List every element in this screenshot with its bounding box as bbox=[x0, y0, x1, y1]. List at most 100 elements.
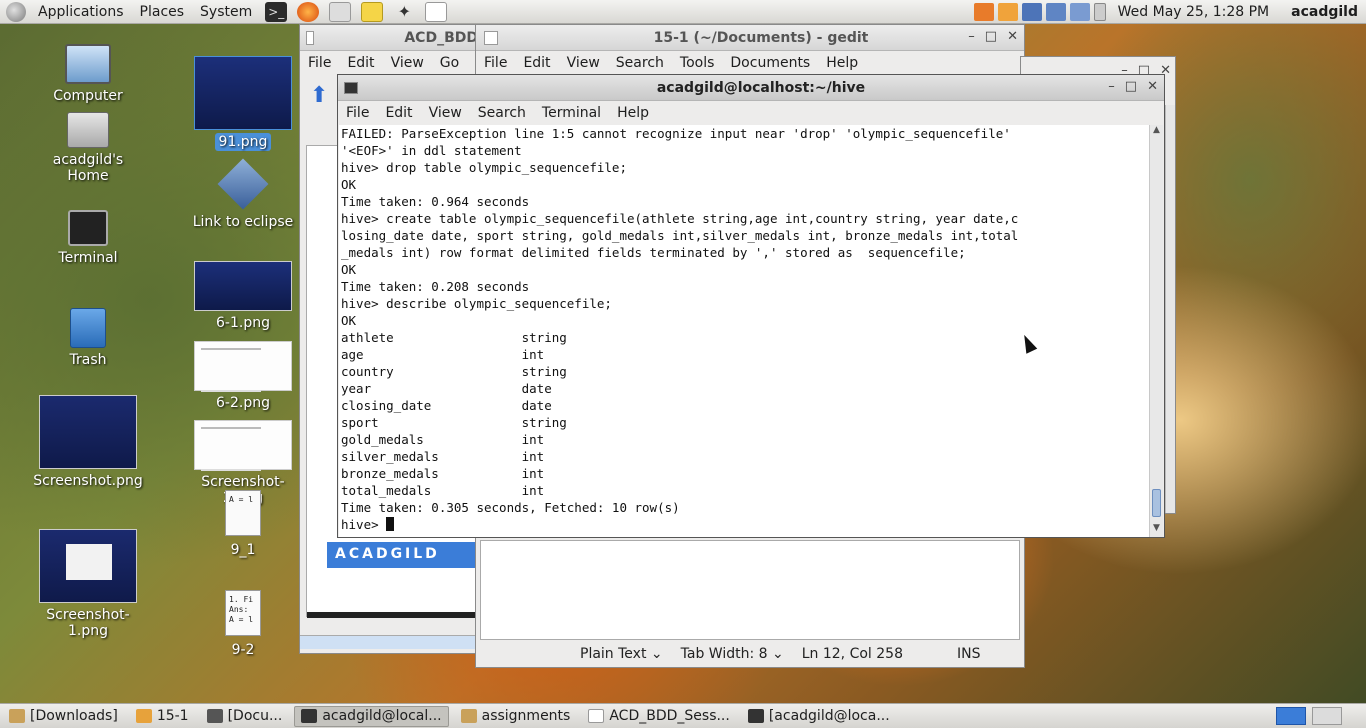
gedit-menu-search[interactable]: Search bbox=[608, 55, 672, 71]
desktop-icon-label: Computer bbox=[53, 88, 123, 104]
battery-icon[interactable] bbox=[1093, 3, 1106, 21]
image-thumbnail bbox=[39, 529, 137, 603]
acd-menubar: File Edit View Go He bbox=[300, 51, 494, 75]
maximize-icon[interactable]: □ bbox=[1125, 79, 1137, 94]
terminal-icon bbox=[747, 709, 764, 723]
maximize-icon[interactable]: □ bbox=[985, 29, 997, 44]
document-icon bbox=[306, 30, 315, 45]
terminal-menu-view[interactable]: View bbox=[421, 105, 470, 121]
terminal-cursor bbox=[386, 517, 395, 531]
text-file-icon: 1. Fi Ans: A = l bbox=[225, 590, 261, 636]
desktop-icon-terminal[interactable]: Terminal bbox=[33, 210, 143, 266]
user-menu[interactable]: acadgild bbox=[1291, 4, 1358, 20]
display-icon[interactable] bbox=[1069, 3, 1090, 21]
top-panel: Applications Places System >_ ✦ Wed May … bbox=[0, 0, 1366, 24]
desktop-icon-label: 6-2.png bbox=[216, 395, 270, 411]
acd-menu-view[interactable]: View bbox=[383, 55, 432, 71]
acd-menu-go[interactable]: Go bbox=[432, 55, 467, 71]
menu-system[interactable]: System bbox=[192, 4, 260, 20]
gedit-window-title: 15-1 (~/Documents) - gedit bbox=[653, 29, 869, 46]
desktop-icon-eclipse-link[interactable]: Link to eclipse bbox=[188, 154, 298, 230]
desktop-icon-9-2[interactable]: 1. Fi Ans: A = l 9-2 bbox=[188, 590, 298, 658]
alert-icon[interactable] bbox=[997, 3, 1018, 21]
eclipse-launcher-icon[interactable]: ✦ bbox=[393, 2, 415, 22]
workspace-switcher-2[interactable] bbox=[1312, 707, 1342, 725]
desktop-icon-trash[interactable]: Trash bbox=[33, 308, 143, 368]
task-15-1[interactable]: 15-1 bbox=[130, 706, 195, 727]
desktop-icon-label: 9-2 bbox=[231, 642, 255, 658]
terminal-menu-help[interactable]: Help bbox=[609, 105, 657, 121]
menu-places[interactable]: Places bbox=[132, 4, 193, 20]
task-terminal-2[interactable]: [acadgild@loca... bbox=[742, 706, 896, 727]
acd-menu-edit[interactable]: Edit bbox=[339, 55, 382, 71]
terminal-scrollbar[interactable]: ▲ ▼ bbox=[1149, 125, 1163, 537]
gedit-menu-edit[interactable]: Edit bbox=[515, 55, 558, 71]
desktop-icon-label: Screenshot.png bbox=[33, 473, 143, 489]
desktop-icon-screenshot-1[interactable]: Screenshot-1.png bbox=[33, 529, 143, 639]
workspace-icon[interactable] bbox=[1045, 3, 1066, 21]
desktop-icon-6-1[interactable]: 6-1.png bbox=[188, 261, 298, 331]
terminal-text: FAILED: ParseException line 1:5 cannot r… bbox=[341, 126, 1019, 532]
gedit-menu-documents[interactable]: Documents bbox=[722, 55, 818, 71]
menu-applications[interactable]: Applications bbox=[30, 4, 132, 20]
desktop-icon-label: 91.png bbox=[214, 133, 272, 151]
terminal-output[interactable]: FAILED: ParseException line 1:5 cannot r… bbox=[339, 125, 1149, 537]
desktop-icon-computer[interactable]: Computer bbox=[33, 44, 143, 104]
terminal-titlebar[interactable]: acadgild@localhost:~/hive – □ ✕ bbox=[338, 75, 1164, 101]
text-editor-launcher-icon[interactable] bbox=[425, 1, 448, 22]
syntax-selector[interactable]: Plain Text ⌄ bbox=[580, 646, 663, 662]
firefox-launcher-icon[interactable] bbox=[297, 1, 320, 22]
terminal-menu-search[interactable]: Search bbox=[470, 105, 534, 121]
mail-launcher-icon[interactable] bbox=[329, 1, 352, 22]
update-notifier-icon[interactable] bbox=[973, 3, 994, 21]
desktop-icon-screenshot[interactable]: Screenshot.png bbox=[33, 395, 143, 489]
gedit-menu-view[interactable]: View bbox=[559, 55, 608, 71]
acd-titlebar[interactable]: ACD_BDD bbox=[300, 25, 478, 51]
task-acd-bdd[interactable]: ACD_BDD_Sess... bbox=[582, 706, 736, 727]
gedit-menu-help[interactable]: Help bbox=[818, 55, 866, 71]
desktop-icon-9-1[interactable]: A = l 9_1 bbox=[188, 490, 298, 558]
background-window-scrollbar[interactable] bbox=[1165, 105, 1175, 513]
cursor-position: Ln 12, Col 258 bbox=[801, 646, 903, 662]
terminal-menu-edit[interactable]: Edit bbox=[377, 105, 420, 121]
scrollbar-thumb[interactable] bbox=[1152, 489, 1161, 517]
desktop-icon-label: acadgild's Home bbox=[52, 152, 124, 184]
desktop-icon-home[interactable]: acadgild's Home bbox=[33, 112, 143, 184]
gedit-menu-file[interactable]: File bbox=[476, 55, 515, 71]
text-editor-icon bbox=[135, 709, 152, 723]
close-icon[interactable]: ✕ bbox=[1007, 29, 1018, 44]
task-documents[interactable]: [Docu... bbox=[201, 706, 289, 727]
acd-window-title: ACD_BDD bbox=[404, 29, 478, 46]
network-icon[interactable] bbox=[1021, 3, 1042, 21]
acadgild-logo: ACADGILD bbox=[327, 542, 487, 568]
workspace-switcher-1[interactable] bbox=[1276, 707, 1306, 725]
terminal-menu-file[interactable]: File bbox=[338, 105, 377, 121]
gedit-statusbar: Plain Text ⌄ Tab Width: 8 ⌄ Ln 12, Col 2… bbox=[476, 641, 1024, 667]
desktop-icon-6-2[interactable]: 6-2.png bbox=[188, 341, 298, 411]
task-assignments[interactable]: assignments bbox=[455, 706, 577, 727]
minimize-icon[interactable]: – bbox=[968, 29, 975, 44]
up-arrow-icon[interactable]: ⬆ bbox=[310, 83, 328, 108]
acd-menu-file[interactable]: File bbox=[300, 55, 339, 71]
clock[interactable]: Wed May 25, 1:28 PM bbox=[1118, 4, 1270, 20]
desktop-icon-91[interactable]: 91.png bbox=[188, 56, 298, 151]
trash-icon bbox=[70, 308, 106, 348]
gedit-text-area[interactable] bbox=[480, 540, 1020, 640]
terminal-launcher-icon[interactable]: >_ bbox=[265, 1, 288, 22]
terminal-window[interactable]: acadgild@localhost:~/hive – □ ✕ File Edi… bbox=[337, 74, 1165, 538]
close-icon[interactable]: ✕ bbox=[1147, 79, 1158, 94]
minimize-icon[interactable]: – bbox=[1108, 79, 1115, 94]
desktop-icon-label: Trash bbox=[69, 352, 107, 368]
scroll-up-icon[interactable]: ▲ bbox=[1150, 125, 1163, 139]
gnome-foot-icon[interactable] bbox=[6, 1, 26, 22]
gedit-icon bbox=[484, 30, 498, 45]
terminal-menu-terminal[interactable]: Terminal bbox=[534, 105, 609, 121]
gedit-titlebar[interactable]: 15-1 (~/Documents) - gedit – □ ✕ bbox=[476, 25, 1024, 51]
task-downloads[interactable]: [Downloads] bbox=[3, 706, 124, 727]
notes-launcher-icon[interactable] bbox=[361, 1, 384, 22]
task-terminal[interactable]: acadgild@local... bbox=[294, 705, 449, 727]
scroll-down-icon[interactable]: ▼ bbox=[1150, 523, 1163, 537]
tab-width-selector[interactable]: Tab Width: 8 ⌄ bbox=[681, 646, 784, 662]
acd-horizontal-scrollbar[interactable] bbox=[300, 635, 478, 649]
gedit-menu-tools[interactable]: Tools bbox=[672, 55, 723, 71]
